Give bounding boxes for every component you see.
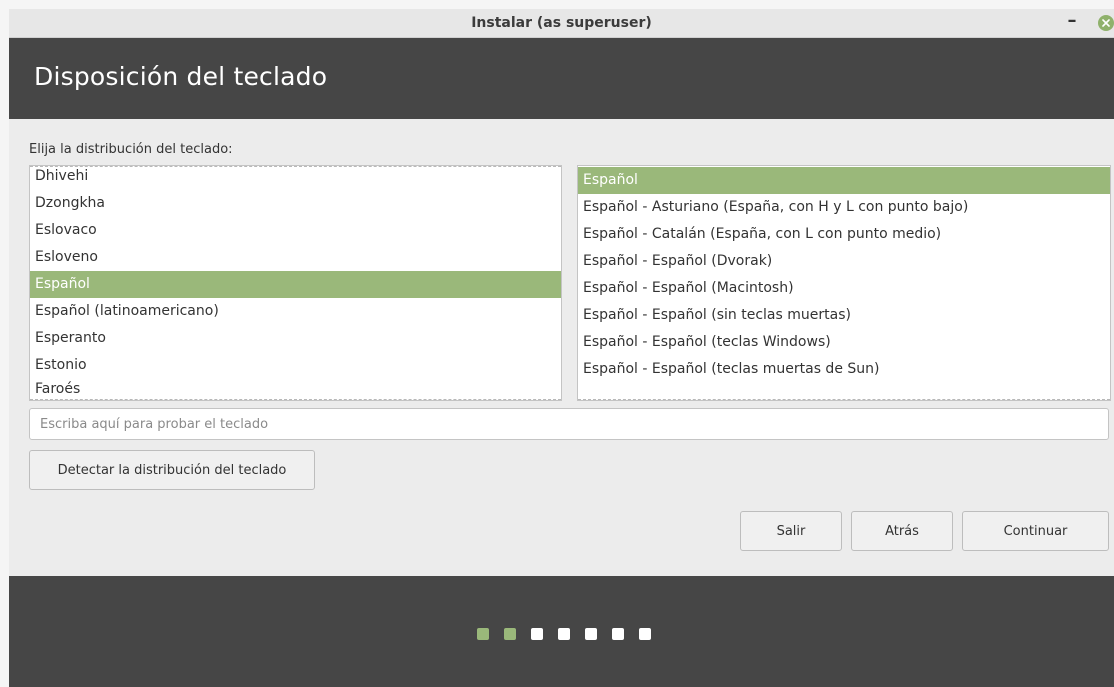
variant-item[interactable]: Español - Español (Macintosh)	[578, 275, 1110, 302]
close-button[interactable]	[1098, 15, 1114, 31]
layout-item[interactable]: Eslovaco	[30, 217, 561, 244]
layout-item[interactable]: Faroés	[30, 376, 561, 400]
progress-step-pending	[585, 628, 597, 640]
close-icon	[1102, 19, 1110, 27]
detect-layout-button[interactable]: Detectar la distribución del teclado	[29, 450, 315, 490]
layout-item[interactable]: Español (latinoamericano)	[30, 298, 561, 325]
variant-item-selected[interactable]: Español	[578, 167, 1110, 194]
variant-item[interactable]: Español - Español (sin teclas muertas)	[578, 302, 1110, 329]
variant-item[interactable]: Español - Español (teclas Windows)	[578, 329, 1110, 356]
keyboard-variant-list[interactable]: Español Español - Asturiano (España, con…	[577, 165, 1111, 401]
layout-item[interactable]: Estonio	[30, 352, 561, 379]
progress-indicator	[477, 628, 677, 642]
page-background-left	[0, 0, 9, 687]
page-header: Disposición del teclado	[9, 38, 1114, 119]
instruction-label: Elija la distribución del teclado:	[29, 142, 233, 157]
layout-item-selected[interactable]: Español	[30, 271, 561, 298]
layout-item[interactable]: Esperanto	[30, 325, 561, 352]
page-background	[0, 0, 1114, 9]
variant-item[interactable]: Español - Catalán (España, con L con pun…	[578, 221, 1110, 248]
scroll-edge-bottom	[30, 399, 561, 400]
variant-item[interactable]: Español - Español (teclas muertas de Sun…	[578, 356, 1110, 383]
progress-step-pending	[558, 628, 570, 640]
keyboard-test-input[interactable]	[29, 408, 1109, 440]
layout-item[interactable]: Esloveno	[30, 244, 561, 271]
progress-step-completed	[477, 628, 489, 640]
quit-button[interactable]: Salir	[740, 511, 842, 551]
scroll-edge-bottom	[578, 399, 1110, 400]
layout-item[interactable]: Dhivehi	[30, 166, 561, 190]
title-bar[interactable]: Instalar (as superuser) –	[9, 9, 1114, 38]
progress-step-completed	[504, 628, 516, 640]
continue-button[interactable]: Continuar	[962, 511, 1109, 551]
back-button[interactable]: Atrás	[851, 511, 953, 551]
layout-item[interactable]: Dzongkha	[30, 190, 561, 217]
progress-step-pending	[612, 628, 624, 640]
window-title: Instalar (as superuser)	[471, 15, 652, 31]
variant-item[interactable]: Español - Español (Dvorak)	[578, 248, 1110, 275]
keyboard-layout-list[interactable]: Dhivehi Dzongkha Eslovaco Esloveno Españ…	[29, 165, 562, 401]
variant-item[interactable]: Español - Asturiano (España, con H y L c…	[578, 194, 1110, 221]
progress-step-pending	[639, 628, 651, 640]
progress-step-pending	[531, 628, 543, 640]
installer-window: Instalar (as superuser) – Disposición de…	[9, 9, 1114, 687]
page-title: Disposición del teclado	[34, 62, 328, 91]
minimize-button[interactable]: –	[1061, 11, 1083, 33]
